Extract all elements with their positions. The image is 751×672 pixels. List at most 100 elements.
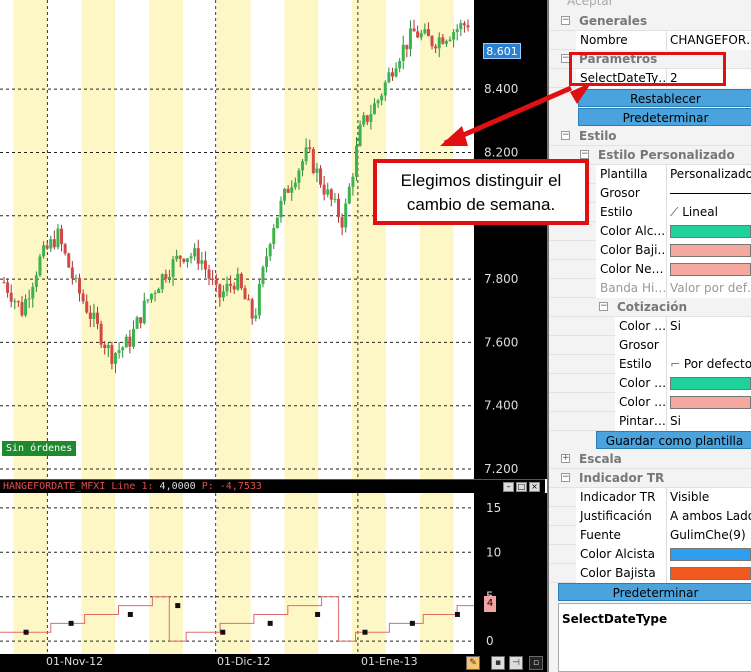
prop-value[interactable]: Valor por def… bbox=[666, 279, 751, 298]
collapse-icon[interactable]: − bbox=[561, 473, 570, 482]
collapse-icon[interactable]: − bbox=[599, 302, 608, 311]
prop-banda[interactable]: Banda Hi… Valor por def… bbox=[549, 279, 751, 298]
prop-color-bajista-tr[interactable]: Color Bajista bbox=[549, 564, 751, 583]
prop-value[interactable] bbox=[666, 393, 751, 412]
prop-value[interactable] bbox=[666, 564, 751, 583]
collapse-icon[interactable]: − bbox=[561, 131, 570, 140]
candle-body bbox=[81, 293, 85, 302]
prop-value[interactable]: ⟋ Lineal bbox=[666, 203, 751, 222]
prop-cot-pintar[interactable]: Pintar… Si bbox=[549, 412, 751, 431]
prop-label: Fuente bbox=[576, 526, 666, 545]
candle-body bbox=[189, 256, 193, 259]
candle-body bbox=[92, 312, 96, 319]
prop-justificacion[interactable]: Justificación A ambos Lados bbox=[549, 507, 751, 526]
category-cotizacion[interactable]: − Cotización bbox=[549, 298, 751, 317]
close-button[interactable]: × bbox=[529, 482, 540, 492]
prop-label: Color Alcista bbox=[576, 545, 666, 564]
save-as-template-button[interactable]: Guardar como plantilla bbox=[596, 431, 751, 449]
prop-value[interactable] bbox=[666, 374, 751, 393]
collapse-icon[interactable]: − bbox=[561, 16, 570, 25]
prop-value[interactable] bbox=[666, 222, 751, 241]
maximize-button[interactable]: □ bbox=[516, 482, 527, 492]
minimize-button[interactable]: – bbox=[503, 482, 514, 492]
color-swatch[interactable] bbox=[670, 548, 751, 561]
prop-color-neutral[interactable]: Color Ne… bbox=[549, 260, 751, 279]
category-estilo[interactable]: − Estilo bbox=[549, 127, 751, 146]
predeterminar-button-2[interactable]: Predeterminar bbox=[558, 583, 751, 601]
prop-cot-estilo[interactable]: Estilo ⌐ Por defecto bbox=[549, 355, 751, 374]
save-icon[interactable]: ▪ bbox=[491, 656, 505, 670]
prop-value[interactable] bbox=[666, 260, 751, 279]
candle-body bbox=[20, 302, 24, 316]
pin-icon[interactable]: ⊣ bbox=[509, 656, 523, 670]
prop-value[interactable]: Personalizado bbox=[666, 165, 751, 184]
prop-value[interactable]: CHANGEFOR… bbox=[666, 31, 751, 50]
prop-color-alcista-tr[interactable]: Color Alcista bbox=[549, 545, 751, 564]
chart-area[interactable]: 8.4008.2008.0007.8007.6007.4007.20015105… bbox=[0, 0, 547, 672]
accept-label[interactable]: Aceptar bbox=[567, 0, 614, 11]
candle-body bbox=[106, 345, 110, 349]
x-axis-label: 01-Nov-12 bbox=[46, 655, 104, 668]
y-axis-label: 7.400 bbox=[484, 399, 518, 413]
window-icon[interactable]: ▫ bbox=[529, 656, 543, 670]
color-swatch[interactable] bbox=[670, 225, 751, 238]
price-chart[interactable]: 8.4008.2008.0007.8007.6007.4007.20015105… bbox=[0, 0, 547, 672]
prop-value[interactable]: Visible bbox=[666, 488, 751, 507]
color-swatch[interactable] bbox=[670, 567, 751, 580]
candle-body bbox=[405, 44, 409, 50]
category-indicador-tr[interactable]: − Indicador TR bbox=[549, 469, 751, 488]
prop-fuente[interactable]: Fuente GulimChe(9) bbox=[549, 526, 751, 545]
color-swatch[interactable] bbox=[670, 377, 751, 390]
description-panel: SelectDateType bbox=[558, 603, 751, 672]
candle-body bbox=[13, 301, 17, 303]
indicator-marker bbox=[68, 620, 74, 626]
prop-color-bajista[interactable]: Color Baji… bbox=[549, 241, 751, 260]
prop-value[interactable] bbox=[666, 241, 751, 260]
candle-body bbox=[466, 25, 470, 28]
prop-value[interactable]: A ambos Lados bbox=[666, 507, 751, 526]
candle-body bbox=[196, 248, 200, 264]
candle-body bbox=[110, 345, 114, 364]
prop-cot-color2[interactable]: Color … bbox=[549, 374, 751, 393]
prop-value[interactable]: Si bbox=[666, 412, 751, 431]
candle-body bbox=[221, 291, 225, 298]
prop-value[interactable] bbox=[666, 336, 751, 355]
candle-body bbox=[455, 29, 459, 32]
prop-value[interactable]: Si bbox=[666, 317, 751, 336]
prop-cot-color[interactable]: Color … Si bbox=[549, 317, 751, 336]
color-swatch[interactable] bbox=[670, 263, 751, 276]
prop-cot-grosor[interactable]: Grosor bbox=[549, 336, 751, 355]
category-generales[interactable]: − Generales bbox=[549, 12, 751, 31]
candle-body bbox=[423, 29, 427, 34]
indicator-value: 4,0000 bbox=[159, 481, 196, 492]
accept-row[interactable]: Aceptar bbox=[549, 0, 751, 10]
candle-body bbox=[160, 274, 164, 290]
prop-value[interactable]: ⌐ Por defecto bbox=[666, 355, 751, 374]
prop-nombre[interactable]: Nombre CHANGEFOR… bbox=[549, 31, 751, 50]
color-swatch[interactable] bbox=[670, 244, 751, 257]
candle-body bbox=[31, 286, 35, 299]
prop-value[interactable]: GulimChe(9) bbox=[666, 526, 751, 545]
collapse-icon[interactable]: − bbox=[580, 150, 589, 159]
category-escala[interactable]: + Escala bbox=[549, 450, 751, 469]
predeterminar-button[interactable]: Predeterminar bbox=[578, 108, 751, 126]
color-swatch[interactable] bbox=[670, 396, 751, 409]
candle-body bbox=[182, 258, 186, 262]
candle-body bbox=[247, 299, 251, 301]
callout-line-2: cambio de semana. bbox=[406, 195, 556, 214]
candle-body bbox=[131, 328, 135, 347]
candle-body bbox=[401, 44, 405, 61]
expand-icon[interactable]: + bbox=[561, 454, 570, 463]
style-icon[interactable]: ✎ bbox=[466, 656, 480, 670]
prop-value[interactable] bbox=[666, 545, 751, 564]
candle-body bbox=[232, 285, 236, 290]
candle-body bbox=[426, 29, 430, 37]
prop-cot-color3[interactable]: Color … bbox=[549, 393, 751, 412]
candle-body bbox=[203, 260, 207, 270]
prop-indicador-tr[interactable]: Indicador TR Visible bbox=[549, 488, 751, 507]
prop-value[interactable] bbox=[666, 184, 751, 203]
candle-body bbox=[283, 188, 287, 201]
line-style-icon: ⟋ bbox=[670, 205, 679, 219]
candle-body bbox=[146, 299, 150, 301]
restablecer-button[interactable]: Restablecer bbox=[578, 89, 751, 107]
